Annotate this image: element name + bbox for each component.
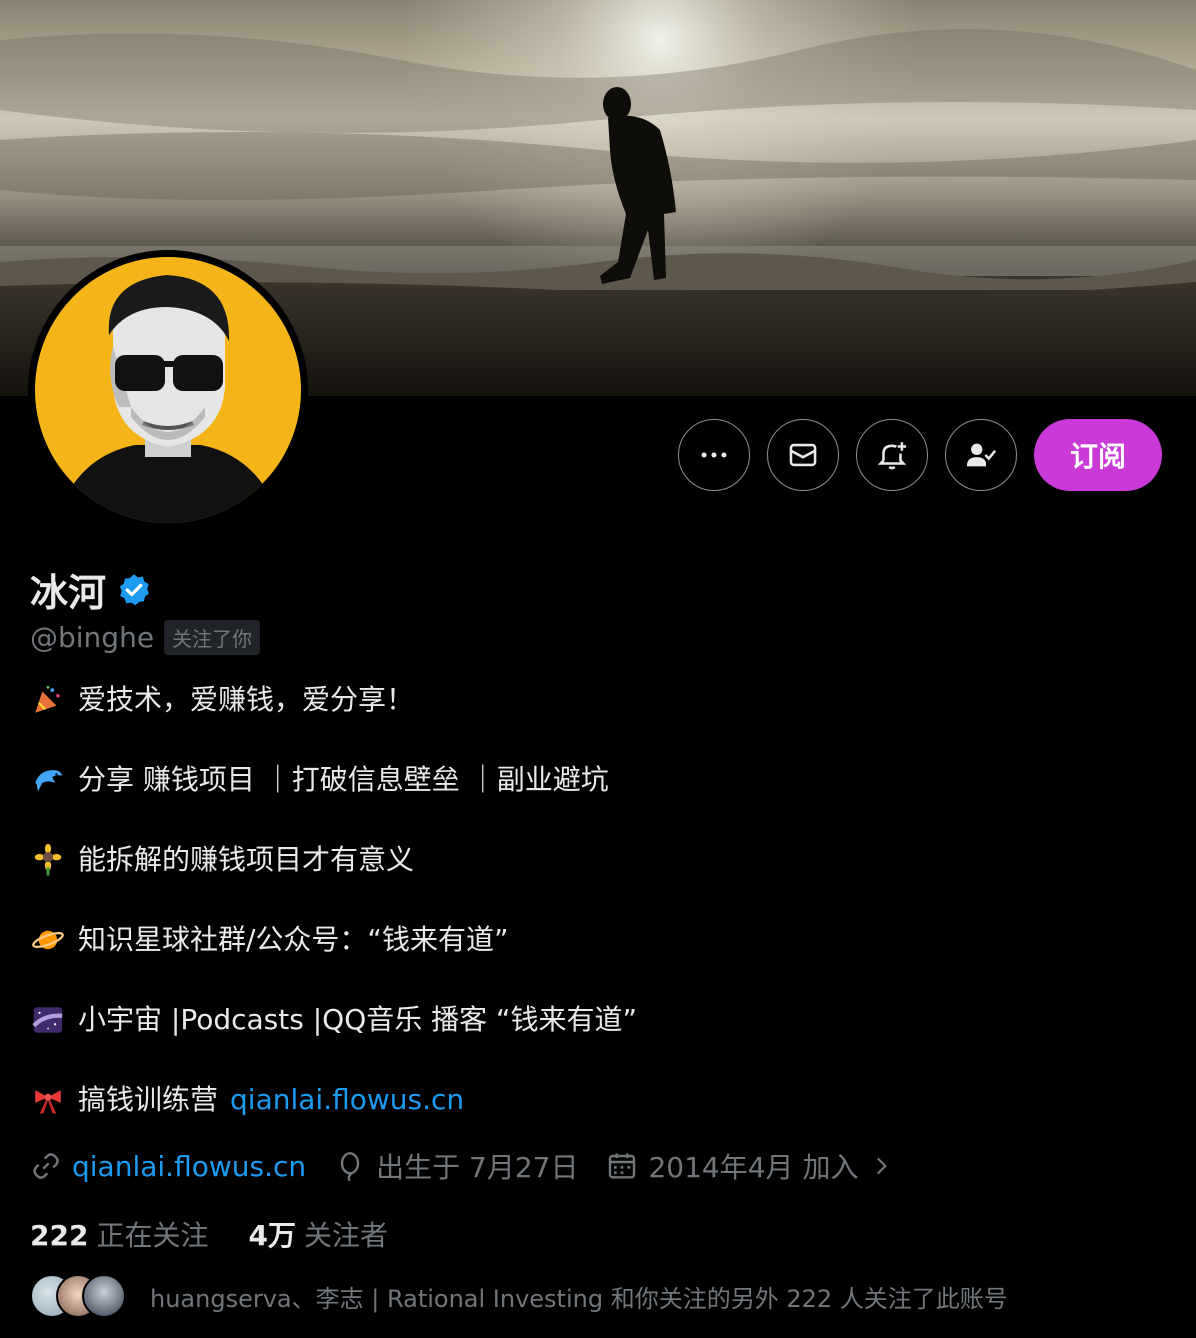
followers-you-know[interactable]: huangserva、李志 | Rational Investing 和你关注的… — [30, 1274, 1008, 1318]
profile-meta: qianlai.flowus.cn 出生于 7月27日 2014年4月 加入 — [30, 1146, 894, 1186]
joined-text: 2014年4月 加入 — [648, 1151, 859, 1184]
bio-line: 爱技术，爱赚钱，爱分享！ — [30, 680, 1160, 720]
bio-link[interactable]: qianlai.flowus.cn — [230, 1080, 464, 1120]
bio-text: 搞钱训练营 — [78, 1083, 219, 1116]
mail-icon — [789, 443, 817, 467]
bio-text: 知识星球社群/公众号：“钱来有道” — [78, 923, 509, 956]
birthday-item: 出生于 7月27日 — [334, 1146, 578, 1186]
bio-line: 小宇宙 |Podcasts |QQ音乐 播客 “钱来有道” — [30, 1000, 1160, 1040]
verified-badge-icon[interactable] — [116, 572, 152, 608]
mutual-avatars — [30, 1274, 126, 1318]
following-button[interactable] — [945, 419, 1017, 491]
website-link[interactable]: qianlai.flowus.cn — [72, 1150, 306, 1183]
bio-text: 能拆解的赚钱项目才有意义 — [78, 843, 415, 876]
bell-plus-icon — [877, 442, 907, 470]
notify-button[interactable] — [856, 419, 928, 491]
bio-text: 小宇宙 |Podcasts |QQ音乐 播客 “钱来有道” — [78, 1003, 638, 1036]
milky-way-icon — [30, 1002, 66, 1038]
profile-stats: 222 正在关注 4万 关注者 — [30, 1214, 388, 1254]
chevron-right-icon — [877, 1157, 888, 1175]
bio-text: 分享 赚钱项目 ｜打破信息壁垒 ｜副业避坑 — [78, 763, 609, 796]
bio-line: 搞钱训练营 qianlai.flowus.cn — [30, 1080, 1160, 1120]
display-name: 冰河 — [30, 571, 107, 615]
message-button[interactable] — [767, 419, 839, 491]
follows-you-badge: 关注了你 — [164, 620, 261, 655]
profile-handle-row: @binghe 关注了你 — [30, 620, 261, 655]
following-stat[interactable]: 222 正在关注 — [30, 1214, 208, 1254]
followed-by-text: huangserva、李志 | Rational Investing 和你关注的… — [150, 1284, 1008, 1313]
profile-bio: 爱技术，爱赚钱，爱分享！ 分享 赚钱项目 ｜打破信息壁垒 ｜副业避坑 能拆解的赚… — [30, 680, 1160, 1160]
avatar — [82, 1274, 126, 1318]
followers-stat[interactable]: 4万 关注者 — [248, 1214, 388, 1254]
subscribe-button[interactable]: 订阅 — [1034, 419, 1162, 491]
dolphin-icon — [30, 762, 66, 798]
profile-avatar[interactable] — [28, 250, 308, 530]
username: @binghe — [30, 621, 155, 654]
party-popper-icon — [30, 682, 66, 718]
more-button[interactable] — [678, 419, 750, 491]
following-label: 正在关注 — [96, 1219, 209, 1252]
bio-line: 知识星球社群/公众号：“钱来有道” — [30, 920, 1160, 960]
profile-name-row: 冰河 — [30, 562, 152, 617]
joined-item[interactable]: 2014年4月 加入 — [606, 1146, 894, 1186]
followers-label: 关注者 — [303, 1219, 388, 1252]
profile-actions: 订阅 — [678, 419, 1162, 491]
website-item: qianlai.flowus.cn — [30, 1150, 306, 1183]
more-icon — [701, 452, 727, 458]
sunflower-icon — [30, 842, 66, 878]
balloon-icon — [340, 1152, 360, 1182]
person-check-icon — [966, 443, 997, 467]
bio-line: 能拆解的赚钱项目才有意义 — [30, 840, 1160, 880]
following-count: 222 — [30, 1219, 89, 1252]
calendar-icon — [609, 1153, 636, 1179]
birthday-text: 出生于 7月27日 — [376, 1151, 579, 1184]
link-icon — [33, 1153, 59, 1179]
bio-line: 分享 赚钱项目 ｜打破信息壁垒 ｜副业避坑 — [30, 760, 1160, 800]
avatar-illustration — [55, 275, 281, 523]
bio-text: 爱技术，爱赚钱，爱分享！ — [78, 683, 415, 716]
ringed-planet-icon — [30, 922, 66, 958]
ribbon-icon — [30, 1082, 66, 1118]
followers-count: 4万 — [248, 1219, 296, 1252]
